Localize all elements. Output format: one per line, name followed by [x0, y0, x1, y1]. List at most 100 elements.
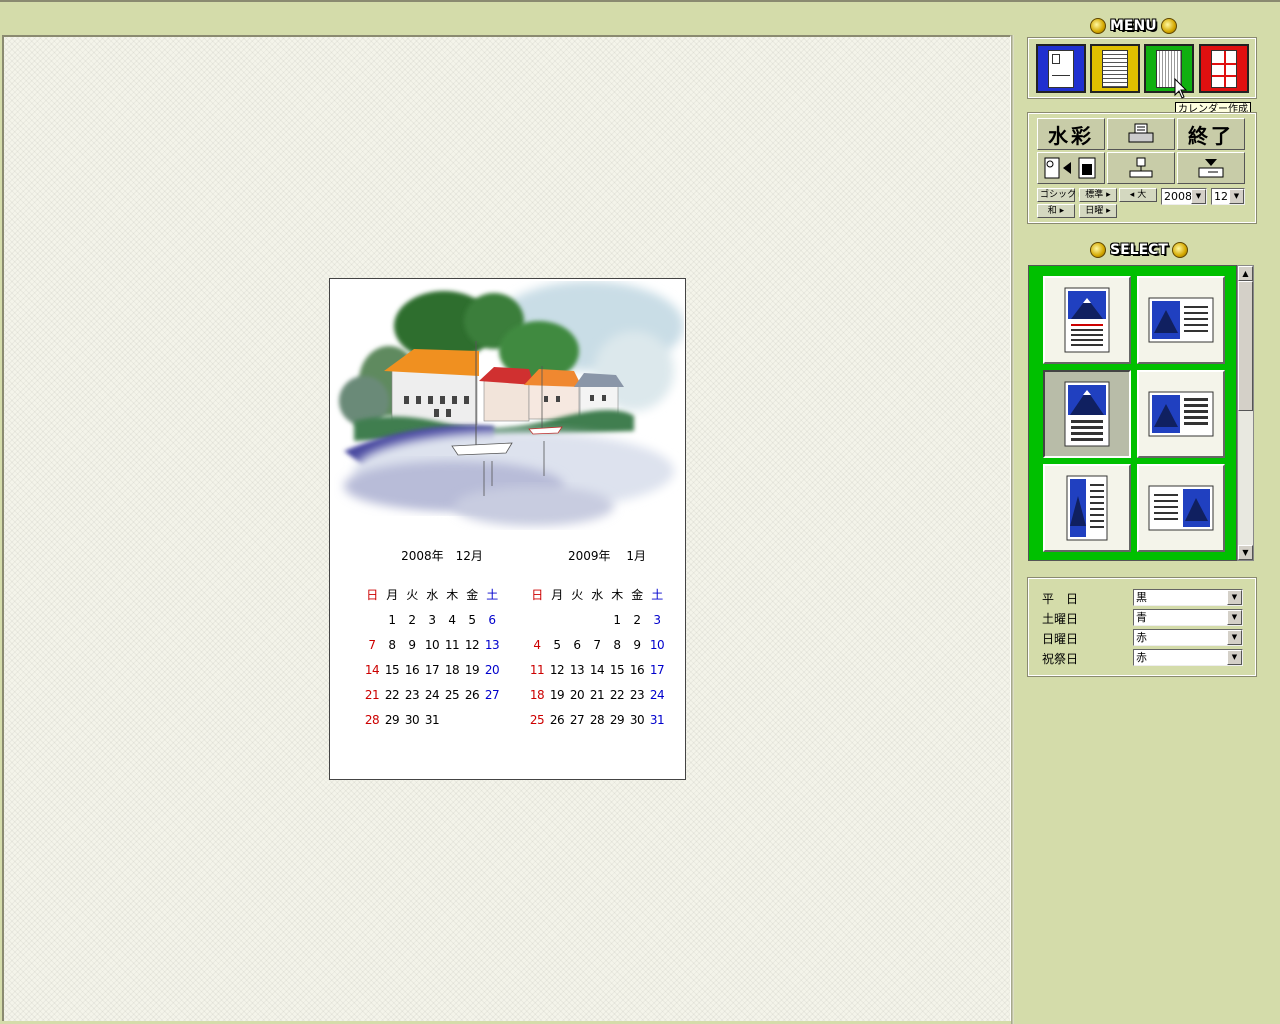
quit-button[interactable]: 終了 — [1177, 118, 1245, 150]
printer-setup-button[interactable] — [1107, 152, 1175, 184]
calendar-day — [362, 612, 382, 629]
coin-icon — [1171, 242, 1188, 258]
menu-title: MENU — [1110, 18, 1157, 34]
era-label: 和 — [1047, 206, 1057, 216]
lined-page-icon — [1102, 49, 1128, 88]
watercolor-harbor-illustration — [339, 281, 684, 526]
month-title: 2009年 1月 — [568, 549, 646, 563]
printer-icon — [1128, 123, 1154, 143]
weekday-header: 日 — [531, 588, 543, 602]
calendar-day: 30 — [629, 713, 645, 727]
calendar-day: 19 — [464, 663, 480, 677]
font-label: ゴシック — [1040, 190, 1077, 200]
calendar-day: 17 — [424, 663, 440, 677]
menu-button-text-page[interactable] — [1090, 44, 1140, 93]
calendar-day: 2 — [408, 613, 416, 627]
chevron-down-icon[interactable]: ▼ — [1227, 630, 1242, 645]
calendar-day: 13 — [569, 663, 585, 677]
calendar-day: 4 — [448, 613, 456, 627]
watercolor-button[interactable]: 水彩 — [1037, 118, 1105, 150]
weekday-header: 月 — [386, 588, 398, 602]
size-button[interactable]: ◂ 大 — [1119, 188, 1157, 202]
calendar-day: 28 — [364, 713, 380, 727]
day-color-select[interactable]: 赤 ▼ — [1133, 629, 1243, 646]
layout-option-landscape-left[interactable] — [1137, 276, 1225, 364]
weekday-header: 金 — [466, 588, 478, 602]
grid-page-icon — [1211, 49, 1237, 88]
calendar-day: 27 — [569, 713, 585, 727]
month-title: 2008年 12月 — [401, 549, 483, 563]
calendar-day: 29 — [384, 713, 400, 727]
calendar-day: 6 — [488, 613, 496, 627]
calendar-day: 11 — [529, 663, 545, 677]
weekday-header: 木 — [611, 588, 623, 602]
year-select[interactable]: 2008 ▼ — [1161, 188, 1207, 205]
calendar-day: 26 — [549, 713, 565, 727]
calendar-day: 1 — [388, 613, 396, 627]
chevron-down-icon[interactable]: ▼ — [1227, 650, 1242, 665]
menu-panel — [1027, 37, 1257, 99]
calendar-day: 20 — [484, 663, 500, 677]
menu-button-single-page[interactable] — [1036, 44, 1086, 93]
week-start-button[interactable]: 日曜 ▸ — [1079, 204, 1117, 218]
layout-option-landscape-right[interactable] — [1137, 464, 1225, 552]
layout-option-portrait-top[interactable] — [1043, 276, 1131, 364]
scroll-thumb[interactable] — [1238, 281, 1253, 411]
calendar-day — [527, 612, 547, 629]
menu-button-grid-page[interactable] — [1199, 44, 1249, 93]
day-color-select[interactable]: 黒 ▼ — [1133, 589, 1243, 606]
sidebar-divider[interactable] — [1011, 35, 1014, 1024]
day-color-select[interactable]: 赤 ▼ — [1133, 649, 1243, 666]
save-button[interactable] — [1177, 152, 1245, 184]
tools-panel: 水彩 終了 ゴシック ▸ — [1027, 112, 1257, 224]
chevron-down-icon[interactable]: ▼ — [1229, 189, 1244, 204]
week-start-label: 日曜 — [1085, 206, 1104, 216]
weekday-header: 火 — [571, 588, 583, 602]
calendar-day: 12 — [464, 638, 480, 652]
layout-list-scrollbar[interactable]: ▲ ▼ — [1237, 265, 1254, 561]
calendar-day: 29 — [609, 713, 625, 727]
chevron-down-icon[interactable]: ▼ — [1227, 610, 1242, 625]
calendar-day: 7 — [593, 638, 601, 652]
font-button[interactable]: ゴシック ▸ — [1037, 188, 1083, 202]
calendar-day: 3 — [428, 613, 436, 627]
coin-icon — [1090, 242, 1106, 258]
calendar-day: 14 — [364, 663, 380, 677]
layout-option-portrait-large[interactable] — [1043, 370, 1131, 458]
calendar-day: 15 — [384, 663, 400, 677]
month-select[interactable]: 12 ▼ — [1211, 188, 1245, 205]
swap-layout-button[interactable] — [1037, 152, 1105, 184]
calendar-day: 26 — [464, 688, 480, 702]
day-type-label: 日曜日 — [1042, 632, 1079, 646]
day-color-select[interactable]: 青 ▼ — [1133, 609, 1243, 626]
select-header: SELECT — [1090, 240, 1188, 260]
scroll-up-icon[interactable]: ▲ — [1238, 266, 1253, 281]
calendar-month-january: 2009年 1月 日月火水木金土 1 2 3 4 5 6 7 8 9 10 11 12 13 14 15 16 1… — [527, 547, 677, 729]
scroll-down-icon[interactable]: ▼ — [1238, 545, 1253, 560]
weight-label: 標準 — [1085, 190, 1104, 200]
calendar-day: 10 — [649, 638, 665, 652]
layout-landscape-right-icon — [1148, 485, 1214, 531]
calendar-day: 18 — [444, 663, 460, 677]
menu-header: MENU — [1090, 16, 1177, 36]
print-button[interactable] — [1107, 118, 1175, 150]
day-color-value: 青 — [1136, 611, 1147, 624]
layout-option-portrait-side[interactable] — [1043, 464, 1131, 552]
weekday-header: 日 — [366, 588, 378, 602]
era-button[interactable]: 和 ▸ — [1037, 204, 1075, 218]
save-tray-icon — [1198, 159, 1224, 178]
weekday-header: 木 — [446, 588, 458, 602]
calendar-day: 16 — [404, 663, 420, 677]
calendar-preview-page: 2008年 12月 日月火水木金土 1 2 3 4 5 6 7 8 9 10 11 12 13 14 15 16… — [329, 278, 686, 780]
chevron-down-icon[interactable]: ▼ — [1227, 590, 1242, 605]
day-color-value: 黒 — [1136, 591, 1147, 604]
layout-option-landscape-dense[interactable] — [1137, 370, 1225, 458]
layout-landscape-left-icon — [1148, 297, 1214, 343]
weekday-header: 金 — [631, 588, 643, 602]
calendar-day: 11 — [444, 638, 460, 652]
size-label: 大 — [1137, 190, 1147, 200]
weight-button[interactable]: 標準 ▸ — [1079, 188, 1117, 202]
chevron-down-icon[interactable]: ▼ — [1191, 189, 1206, 204]
calendar-day: 10 — [424, 638, 440, 652]
calendar-day: 9 — [633, 638, 641, 652]
